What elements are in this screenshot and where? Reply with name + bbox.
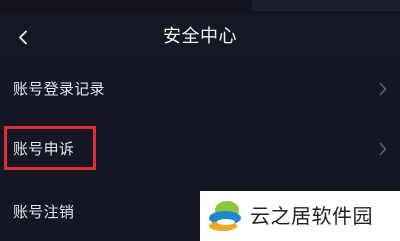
chevron-right-icon xyxy=(379,142,387,156)
menu-item-label: 账号登录记录 xyxy=(13,80,105,98)
chevron-right-icon xyxy=(379,82,387,96)
menu-item-label: 账号注销 xyxy=(13,203,75,221)
menu-item-login-records[interactable]: 账号登录记录 xyxy=(0,60,400,118)
status-bar xyxy=(0,0,400,14)
header-bar: 安全中心 xyxy=(0,14,400,60)
status-bar-overlay xyxy=(252,0,400,11)
menu-item-account-appeal[interactable]: 账号申诉 xyxy=(0,120,400,178)
watermark-badge: 云之居软件园 xyxy=(200,191,400,241)
back-button[interactable] xyxy=(8,22,38,52)
site-logo-icon xyxy=(209,201,241,231)
chevron-left-icon xyxy=(18,30,27,44)
menu-item-label: 账号申诉 xyxy=(13,140,75,158)
watermark-text: 云之居软件园 xyxy=(250,204,373,228)
page-title: 安全中心 xyxy=(163,26,237,47)
